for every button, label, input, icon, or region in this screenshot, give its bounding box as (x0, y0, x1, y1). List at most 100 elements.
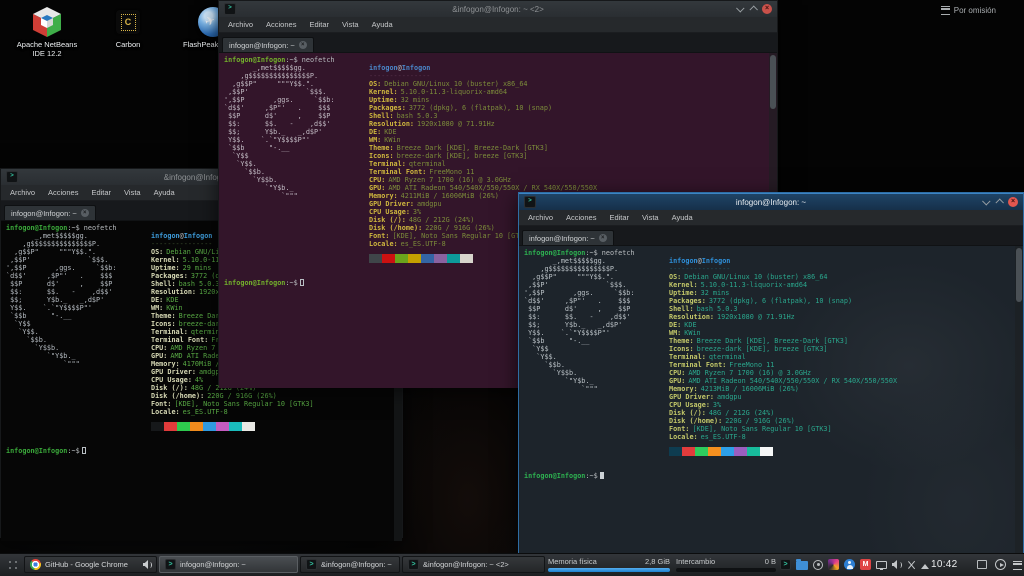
taskbar-panel: GitHub - Google Chrome > infogon@Infogon… (0, 553, 1024, 576)
swap-label: Intercambio (676, 557, 715, 566)
menu-item[interactable]: Archivo (228, 20, 253, 29)
taskbar-task-terminal-2[interactable]: > &infogon@Infogon: ~ (300, 556, 400, 573)
neofetch-info-line: Locale:es_ES.UTF-8 (669, 433, 897, 441)
color-swatch (242, 422, 255, 431)
color-swatch (382, 254, 395, 263)
netbeans-icon (8, 4, 86, 40)
tray-record-icon[interactable] (813, 560, 823, 570)
tab-close-icon[interactable]: × (81, 209, 89, 217)
tray-display-icon[interactable] (876, 561, 887, 569)
menu-item[interactable]: Ayuda (154, 188, 175, 197)
neofetch-info-line: Font:[KDE], Noto Sans Regular 10 [GTK3] (151, 400, 379, 408)
command-line: infogon@Infogon:~$ neofetch (224, 56, 765, 64)
carbon-icon: C (100, 4, 156, 40)
app-launcher-icon[interactable] (7, 559, 19, 571)
terminal-tab[interactable]: infogon@Infogon: ~ × (522, 230, 614, 245)
menu-item[interactable]: Acciones (48, 188, 78, 197)
neofetch-info-line: Resolution:1920x1080 @ 71.91Hz (669, 313, 897, 321)
taskbar-task-terminal-3[interactable]: > &infogon@Infogon: ~ <2> (402, 556, 545, 573)
neofetch-info-line: Shell:bash 5.0.3 (669, 305, 897, 313)
memory-meter[interactable]: Memoria física 2,8 GiB (548, 557, 670, 572)
color-swatch (434, 254, 447, 263)
menu-item[interactable]: Editar (309, 20, 329, 29)
close-button[interactable]: × (1008, 197, 1018, 207)
tab-close-icon[interactable]: × (599, 234, 607, 242)
menu-item[interactable]: Acciones (266, 20, 296, 29)
tray-color-app-icon[interactable] (828, 559, 839, 570)
qterminal-icon: > (408, 559, 419, 570)
maximize-button[interactable] (749, 5, 757, 13)
tab-bar: infogon@Infogon: ~ × (519, 226, 1023, 246)
menu-item[interactable]: Editar (91, 188, 111, 197)
close-button[interactable]: × (762, 4, 772, 14)
tray-expand-icon[interactable] (921, 564, 929, 569)
tray-qterminal-icon[interactable]: > (780, 559, 791, 570)
activity-label[interactable]: Por omisión (941, 6, 996, 15)
window-title: &infogon@Infogon: ~ <2> (219, 5, 777, 14)
swap-meter[interactable]: Intercambio 0 B (676, 557, 776, 572)
menu-item[interactable]: Vista (342, 20, 359, 29)
neofetch-info-line: GPU Driver:amdgpu (669, 393, 897, 401)
desktop-icon-netbeans[interactable]: Apache NetBeans IDE 12.2 (8, 4, 86, 58)
menu-item[interactable]: Vista (124, 188, 141, 197)
terminal-tab[interactable]: infogon@Infogon: ~ × (222, 37, 314, 52)
tab-label: infogon@Infogon: ~ (529, 234, 595, 243)
terminal-cursor (82, 447, 86, 454)
neofetch-info-line: Packages:3772 (dpkg), 6 (flatpak), 10 (s… (369, 104, 597, 112)
minimize-button[interactable] (982, 197, 990, 205)
tray-volume-icon[interactable] (892, 560, 901, 570)
pager-icon[interactable] (977, 560, 987, 569)
minimize-button[interactable] (736, 4, 744, 12)
clock[interactable]: 10:42 (931, 559, 958, 570)
color-swatch (447, 254, 460, 263)
neofetch-info-line: Uptime:32 mins (369, 96, 597, 104)
color-swatch (421, 254, 434, 263)
window-title: infogon@Infogon: ~ (519, 198, 1023, 207)
media-player-icon[interactable] (995, 559, 1006, 570)
color-swatch (203, 422, 216, 431)
tray-user-icon[interactable] (844, 559, 855, 570)
terminal-app-icon: > (224, 3, 236, 15)
menu-item[interactable]: Archivo (10, 188, 35, 197)
desktop-icon-label: Carbon (100, 40, 156, 49)
tray-mail-icon[interactable]: M (860, 559, 871, 570)
debian-ascii-logo: _,met$$$$$gg. ,g$$$$$$$$$$$$$$$P. ,g$$P"… (6, 232, 148, 435)
tab-close-icon[interactable]: × (299, 41, 307, 49)
menu-item[interactable]: Acciones (566, 213, 596, 222)
menu-item[interactable]: Editar (609, 213, 629, 222)
terminal-output[interactable]: infogon@Infogon:~$ neofetch _,met$$$$$gg… (519, 246, 1023, 557)
titlebar[interactable]: > infogon@Infogon: ~ × (519, 193, 1023, 210)
terminal-tab[interactable]: infogon@Infogon: ~ × (4, 205, 96, 220)
menu-item[interactable]: Ayuda (372, 20, 393, 29)
tray-folder-icon[interactable] (796, 561, 808, 570)
qterminal-icon: > (306, 559, 317, 570)
neofetch-separator: --------------- (369, 72, 597, 80)
color-swatch (408, 254, 421, 263)
task-label: infogon@Infogon: ~ (180, 560, 292, 569)
menu-item[interactable]: Vista (642, 213, 659, 222)
menu-item[interactable]: Ayuda (672, 213, 693, 222)
tray-clipboard-scissors-icon[interactable] (906, 560, 916, 570)
neofetch-info-line: Terminal:qterminal (669, 353, 897, 361)
neofetch-separator: --------------- (669, 265, 897, 273)
terminal-cursor (600, 472, 604, 479)
maximize-button[interactable] (995, 198, 1003, 206)
titlebar[interactable]: > &infogon@Infogon: ~ <2> × (219, 1, 777, 17)
terminal-color-strip (151, 422, 379, 435)
terminal-window-active[interactable]: > infogon@Infogon: ~ × Archivo Acciones Ed… (518, 192, 1024, 553)
menu-item[interactable]: Archivo (528, 213, 553, 222)
terminal-scrollbar[interactable] (1015, 246, 1023, 557)
taskbar-task-chrome[interactable]: GitHub - Google Chrome (24, 556, 157, 573)
panel-settings-icon[interactable] (1013, 561, 1022, 570)
desktop-icon-carbon[interactable]: C Carbon (100, 4, 156, 58)
neofetch-info-line: Terminal Font:FreeMono 11 (369, 168, 597, 176)
shell-prompt: infogon@Infogon:~$ (6, 447, 390, 455)
hamburger-icon (941, 6, 950, 15)
color-swatch (734, 447, 747, 456)
taskbar-task-terminal-1[interactable]: > infogon@Infogon: ~ (159, 556, 298, 573)
neofetch-info-line: Terminal:qterminal (369, 160, 597, 168)
neofetch-info-line: GPU:AMD ATI Radeon 540/540X/550/550X / R… (369, 184, 597, 192)
task-label: &infogon@Infogon: ~ (321, 560, 394, 569)
audio-playing-icon[interactable] (143, 560, 151, 569)
neofetch-info-line: Kernel:5.10.0-11.3-liquorix-amd64 (669, 281, 897, 289)
